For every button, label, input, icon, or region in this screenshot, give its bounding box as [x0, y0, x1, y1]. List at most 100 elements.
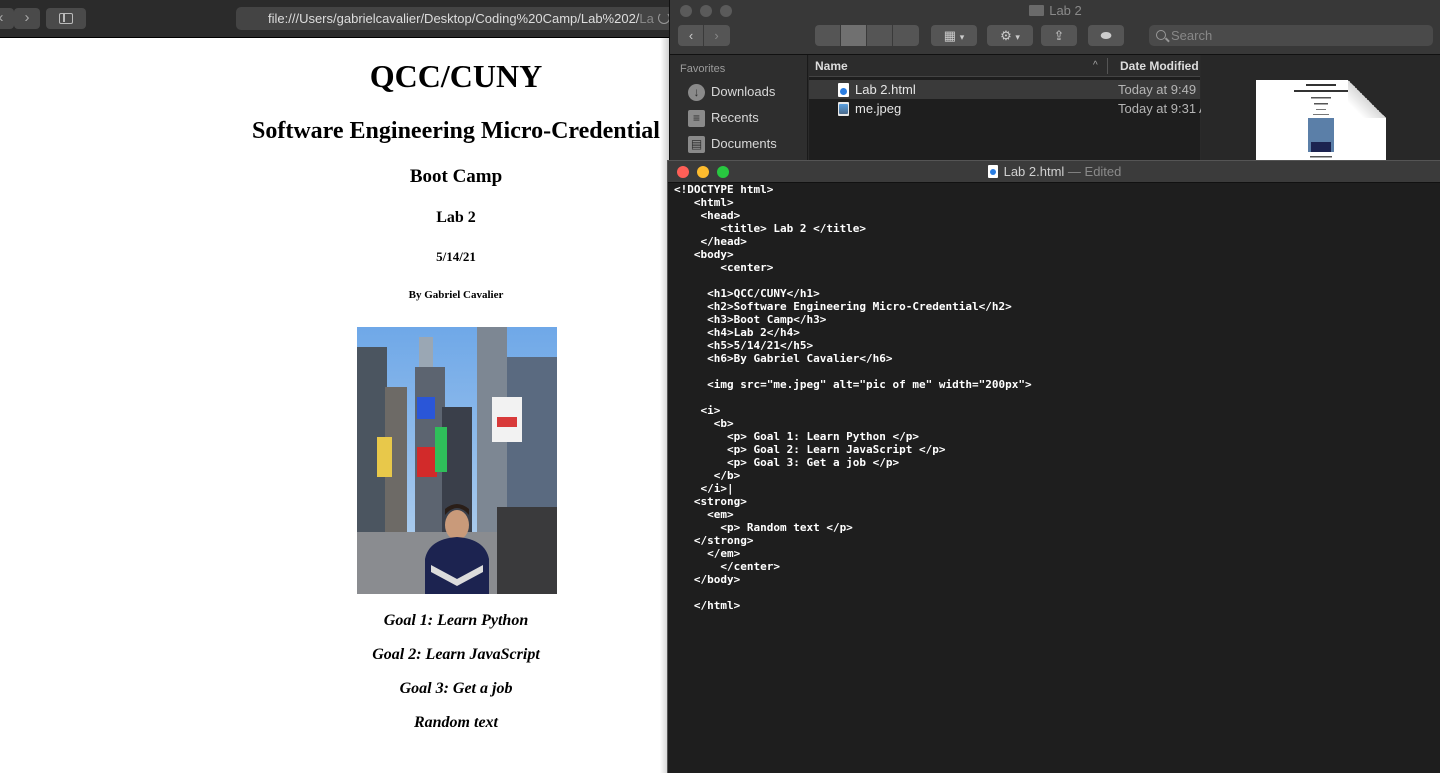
code-line: <h3>Boot Camp</h3> — [674, 313, 827, 326]
chevron-down-icon: ▾ — [959, 32, 965, 42]
browser-toolbar: ‹ › file:///Users/gabrielcavalier/Deskto… — [0, 0, 670, 38]
code-line: </strong> — [674, 534, 754, 547]
code-line: </head> — [674, 235, 747, 248]
grid-icon: ▦ — [943, 28, 957, 43]
code-line: <img src="me.jpeg" alt="pic of me" width… — [674, 378, 1032, 391]
page-heading-h5: 5/14/21 — [436, 249, 476, 264]
finder-toolbar: Lab 2 ‹ › ▦ ▾ ⚙ ▾ ⇪ ⬬ Search — [670, 0, 1440, 55]
share-icon: ⇪ — [1053, 28, 1065, 43]
url-overflow: La — [639, 11, 654, 26]
share-button[interactable]: ⇪ — [1041, 25, 1077, 46]
code-line: <h6>By Gabriel Cavalier</h6> — [674, 352, 893, 365]
finder-title: Lab 2 — [670, 3, 1440, 18]
code-line: <html> — [674, 196, 734, 209]
download-icon: ↓ — [688, 84, 705, 101]
list-view-icon[interactable] — [841, 25, 867, 46]
code-line: <p> Goal 3: Get a job </p> — [674, 456, 900, 469]
file-row[interactable]: me.jpeg Today at 9:31 A — [809, 99, 1208, 118]
tag-icon: ⬬ — [1100, 28, 1112, 43]
code-editor[interactable]: <!DOCTYPE html> <html> <head> <title> La… — [674, 183, 1434, 612]
goal-3-text: Goal 3: Get a job — [399, 680, 513, 697]
preview-pane — [1201, 55, 1440, 160]
sidebar-item-documents[interactable]: ▤ Documents — [688, 133, 808, 155]
code-line: </body> — [674, 573, 741, 586]
code-line: <strong> — [674, 495, 747, 508]
code-line: </em> — [674, 547, 741, 560]
page-heading-h1: QCC/CUNY — [369, 58, 543, 94]
code-line: </b> — [674, 469, 741, 482]
gallery-view-icon[interactable] — [893, 25, 919, 46]
sort-ascending-icon: ^ — [1093, 60, 1098, 71]
code-line: </center> — [674, 560, 780, 573]
sidebar-item-recents[interactable]: ≡ Recents — [688, 107, 808, 129]
file-date: Today at 9:31 A — [1118, 101, 1208, 116]
random-text: Random text — [413, 714, 498, 731]
gear-icon: ⚙ — [1000, 28, 1012, 43]
goal-1-text: Goal 1: Learn Python — [383, 612, 529, 629]
html-document-icon — [987, 165, 998, 178]
chevron-left-icon[interactable]: ‹ — [679, 25, 704, 46]
address-bar[interactable]: file:///Users/gabrielcavalier/Desktop/Co… — [236, 7, 670, 30]
code-line: <h4>Lab 2</h4> — [674, 326, 800, 339]
finder-sidebar: Favorites ↓ Downloads ≡ Recents ▤ Docume… — [670, 55, 808, 160]
chevron-right-icon[interactable]: › — [14, 8, 40, 29]
code-line: </html> — [674, 599, 741, 612]
column-name-header[interactable]: Name — [815, 55, 848, 77]
code-line: <b> — [674, 417, 734, 430]
html-file-icon — [838, 83, 849, 97]
file-name: me.jpeg — [855, 101, 902, 116]
edited-status: — Edited — [1064, 164, 1122, 179]
code-line: <h1>QCC/CUNY</h1> — [674, 287, 820, 300]
profile-photo — [357, 327, 557, 594]
favorites-heading: Favorites — [680, 63, 726, 75]
page-heading-h4: Lab 2 — [436, 209, 476, 226]
text-editor-window: Lab 2.html — Edited <!DOCTYPE html> <htm… — [667, 160, 1440, 773]
search-input[interactable]: Search — [1149, 25, 1433, 46]
search-icon — [1156, 30, 1166, 40]
column-date-header[interactable]: Date Modified — [1120, 55, 1199, 77]
column-divider[interactable] — [1107, 58, 1108, 74]
url-text: file:///Users/gabrielcavalier/Desktop/Co… — [268, 11, 640, 26]
page-heading-h2: Software Engineering Micro-Credential — [252, 118, 660, 144]
editor-title: Lab 2.html — Edited — [668, 164, 1440, 179]
file-row[interactable]: Lab 2.html Today at 9:49 — [809, 80, 1200, 99]
browser-window: ‹ › file:///Users/gabrielcavalier/Deskto… — [0, 0, 670, 773]
chevron-right-icon[interactable]: › — [704, 25, 729, 46]
sidebar-icon[interactable] — [46, 8, 86, 29]
code-line: </i>| — [674, 482, 734, 495]
folder-icon — [1029, 5, 1045, 16]
chevron-down-icon: ▾ — [1015, 32, 1020, 42]
file-list-header: Name ^ Date Modified — [809, 55, 1200, 77]
page-heading-h6: By Gabriel Cavalier — [408, 289, 504, 301]
chevron-left-icon[interactable]: ‹ — [0, 8, 14, 29]
back-forward-buttons[interactable]: ‹ › — [678, 25, 730, 46]
search-placeholder: Search — [1171, 28, 1213, 43]
group-by-button[interactable]: ▦ ▾ — [931, 25, 977, 46]
view-mode-switcher[interactable] — [815, 25, 919, 46]
action-button[interactable]: ⚙ ▾ — [987, 25, 1033, 46]
code-line: <i> — [674, 404, 721, 417]
sidebar-item-label: Recents — [711, 110, 759, 125]
sidebar-item-label: Documents — [711, 136, 777, 151]
column-view-icon[interactable] — [867, 25, 893, 46]
editor-filename: Lab 2.html — [1003, 164, 1065, 179]
finder-window: Lab 2 ‹ › ▦ ▾ ⚙ ▾ ⇪ ⬬ Search Favorites ↓ … — [669, 0, 1440, 160]
code-line: <title> Lab 2 </title> — [674, 222, 867, 235]
code-line: <em> — [674, 508, 734, 521]
document-preview-thumbnail — [1256, 80, 1386, 160]
file-date: Today at 9:49 — [1118, 82, 1197, 97]
code-line: <head> — [674, 209, 741, 222]
editor-title-bar: Lab 2.html — Edited — [668, 161, 1440, 183]
code-line: <center> — [674, 261, 774, 274]
image-file-icon — [838, 102, 849, 116]
file-list: Name ^ Date Modified Lab 2.html Today at… — [809, 55, 1208, 160]
sidebar-item-downloads[interactable]: ↓ Downloads — [688, 81, 808, 103]
file-name: Lab 2.html — [855, 82, 916, 97]
icon-view-icon[interactable] — [815, 25, 841, 46]
tag-button[interactable]: ⬬ — [1088, 25, 1124, 46]
code-line: <!DOCTYPE html> — [674, 183, 774, 196]
